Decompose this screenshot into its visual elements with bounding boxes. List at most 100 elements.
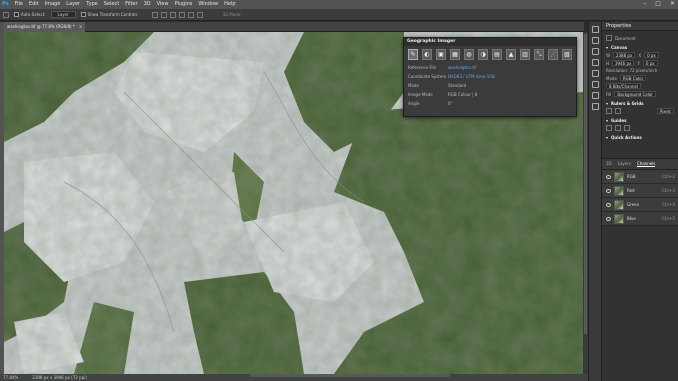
menu-3d[interactable]: 3D: [144, 0, 151, 9]
menu-image[interactable]: Image: [45, 0, 61, 9]
geo-tool-frame-icon[interactable]: ▣: [436, 49, 446, 60]
geographic-imager-title: Geographic Imager: [404, 38, 576, 46]
channel-row[interactable]: RGB Ctrl+2: [602, 170, 678, 184]
canvas-height-field[interactable]: 3946 px: [612, 60, 635, 66]
history-icon[interactable]: [591, 26, 599, 33]
move-tool-icon[interactable]: [3, 11, 9, 18]
minimize-button[interactable]: –: [643, 0, 646, 7]
app-logo[interactable]: Ps: [2, 0, 9, 9]
mode-dropdown[interactable]: RGB Color: [619, 75, 647, 81]
tab-3d[interactable]: 3D: [606, 161, 612, 167]
document-tab-close-icon[interactable]: ×: [79, 22, 82, 32]
geo-tool-globe-icon[interactable]: ◐: [422, 49, 432, 60]
canvas-x-field[interactable]: 0 px: [644, 52, 659, 58]
menu-type[interactable]: Type: [86, 0, 97, 9]
menu-layer[interactable]: Layer: [66, 0, 80, 9]
3d-mode-label: 3D Mode:: [222, 12, 242, 17]
menu-filter[interactable]: Filter: [125, 0, 137, 9]
eye-icon[interactable]: [606, 188, 611, 193]
geo-info-table: Reference File washington.tif Coordinate…: [404, 63, 576, 108]
geo-tool-transform-icon[interactable]: ⤡: [534, 49, 544, 60]
menu-help[interactable]: Help: [224, 0, 235, 9]
rulers-section-header[interactable]: ▾ Rulers & Grids: [606, 101, 674, 106]
geo-label: Angle: [408, 101, 420, 106]
align-top-icon[interactable]: [179, 11, 186, 18]
geo-label: Reference File: [408, 65, 437, 70]
maximize-button[interactable]: □: [655, 0, 661, 7]
eye-icon[interactable]: [606, 216, 611, 221]
eye-icon[interactable]: [606, 174, 611, 179]
horizontal-scroll-thumb[interactable]: [250, 374, 450, 377]
canvas-w-row: W 2388 px X 0 px: [606, 52, 674, 58]
layer-select-dropdown[interactable]: Layer: [50, 11, 76, 18]
channel-row[interactable]: Green Ctrl+4: [602, 198, 678, 212]
channel-row[interactable]: Blue Ctrl+5: [602, 212, 678, 226]
show-transform-toggle[interactable]: Show Transform Controls: [80, 11, 138, 18]
geo-reference-file-link[interactable]: washington.tif: [448, 65, 572, 70]
close-button[interactable]: ✕: [670, 0, 675, 7]
align-right-icon[interactable]: [170, 11, 177, 18]
guides-lock-icon[interactable]: [624, 125, 630, 131]
canvas-header-label: Canvas: [611, 45, 628, 50]
canvas-width-field[interactable]: 2388 px: [612, 52, 636, 58]
menu-view[interactable]: View: [157, 0, 169, 9]
swatches-icon[interactable]: [591, 70, 599, 77]
document-tab[interactable]: washington.tif @ 77.8% (RGB/8) * ×: [4, 22, 86, 32]
libraries-icon[interactable]: [591, 103, 599, 110]
align-center-icon[interactable]: [161, 11, 168, 18]
canvas-y-field[interactable]: 0 px: [642, 60, 658, 66]
properties-panel-title[interactable]: Properties: [602, 22, 678, 31]
zoom-level[interactable]: 77.84%: [3, 375, 18, 380]
depth-row: 8 Bits/Channel: [606, 83, 674, 89]
auto-select-checkbox[interactable]: [14, 12, 19, 18]
y-label: Y: [637, 60, 640, 66]
vertical-scroll-thumb[interactable]: [584, 34, 587, 334]
chevron-down-icon: ▾: [606, 101, 609, 106]
grid-icon[interactable]: [615, 108, 621, 114]
channel-row[interactable]: Red Ctrl+3: [602, 184, 678, 198]
properties-document-row: Document: [606, 35, 674, 41]
align-left-icon[interactable]: [152, 11, 159, 18]
paragraph-icon[interactable]: [591, 48, 599, 55]
adjustments-icon[interactable]: [591, 92, 599, 99]
auto-select-toggle[interactable]: Auto-Select:: [14, 12, 46, 18]
window-controls: – □ ✕: [643, 0, 675, 7]
guides-section-header[interactable]: ▾ Guides: [606, 118, 674, 123]
geo-tool-points-icon[interactable]: ⋰: [548, 49, 558, 60]
menu-file[interactable]: File: [15, 0, 23, 9]
fill-dropdown[interactable]: Background Color: [614, 91, 656, 97]
align-middle-icon[interactable]: [188, 11, 195, 18]
geo-tool-mosaic-icon[interactable]: ◑: [478, 49, 488, 60]
smart-guides-icon[interactable]: [615, 125, 621, 131]
menu-window[interactable]: Window: [198, 0, 218, 9]
eye-icon[interactable]: [606, 202, 611, 207]
tab-channels[interactable]: Channels: [636, 161, 656, 167]
geo-tool-layers-icon[interactable]: ▧: [562, 49, 572, 60]
quick-actions-section-header[interactable]: ▾ Quick Actions: [606, 135, 674, 140]
rulers-unit-dropdown[interactable]: Pixels: [656, 108, 674, 114]
geo-label: Mode: [408, 83, 419, 88]
tab-layers[interactable]: Layers: [618, 161, 631, 167]
menu-edit[interactable]: Edit: [29, 0, 39, 9]
geo-tool-export-icon[interactable]: ▥: [520, 49, 530, 60]
depth-dropdown[interactable]: 8 Bits/Channel: [606, 83, 642, 89]
align-bottom-icon[interactable]: [197, 11, 204, 18]
geo-tool-reproject-icon[interactable]: ◍: [464, 49, 474, 60]
geo-tool-tiles-icon[interactable]: ▤: [492, 49, 502, 60]
quick-actions-header-label: Quick Actions: [611, 135, 642, 140]
geo-tool-edit-icon[interactable]: ✎: [408, 49, 418, 60]
menu-plugins[interactable]: Plugins: [174, 0, 192, 9]
geo-coordinate-system-link[interactable]: NAD83 / UTM zone 10N: [448, 74, 572, 79]
brush-settings-icon[interactable]: [591, 37, 599, 44]
geo-tool-terrain-icon[interactable]: ▲: [506, 49, 516, 60]
geo-tool-grid-icon[interactable]: ▦: [450, 49, 460, 60]
show-transform-checkbox[interactable]: [80, 12, 86, 18]
canvas-section-header[interactable]: ▾ Canvas: [606, 45, 674, 50]
guides-icon[interactable]: [606, 125, 612, 131]
show-transform-label: Show Transform Controls: [87, 11, 138, 17]
menu-select[interactable]: Select: [104, 0, 119, 9]
geographic-imager-panel: Geographic Imager ✎ ◐ ▣ ▦ ◍ ◑ ▤ ▲ ▥ ⤡ ⋰ …: [403, 37, 577, 117]
info-icon[interactable]: [591, 81, 599, 88]
ruler-icon[interactable]: [606, 108, 612, 114]
character-icon[interactable]: [591, 59, 599, 66]
